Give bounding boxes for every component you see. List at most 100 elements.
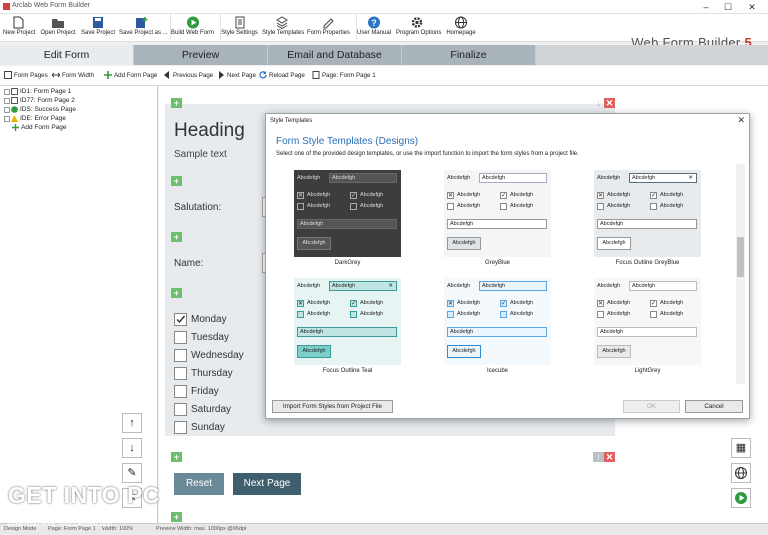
expand-icon[interactable]	[4, 88, 10, 95]
sample-button: Abcdefgh	[447, 345, 481, 358]
move-up-button[interactable]: ↑	[122, 413, 142, 433]
template-focus-outline-teal[interactable]: Abcdefgh Abcdefgh ✕ ✕ Abcdefgh ✓ Abcdefgh A…	[294, 278, 401, 365]
open-project-button[interactable]: Open Project	[40, 14, 76, 42]
edit-element-button[interactable]: ✎	[122, 463, 142, 483]
tree-item-form-page-2[interactable]: ID77: Form Page 2	[4, 97, 75, 104]
add-element-button[interactable]: +	[171, 512, 182, 522]
reload-page-button[interactable]: Reload Page	[259, 69, 305, 83]
add-element-button[interactable]: +	[171, 98, 182, 108]
checkbox-tuesday[interactable]	[174, 331, 187, 344]
program-options-button[interactable]: Program Options	[396, 14, 441, 42]
tree-item-add-form-page[interactable]: Add Form Page	[12, 124, 67, 131]
checkbox-sunday[interactable]	[174, 421, 187, 434]
checkbox-wednesday[interactable]	[174, 349, 187, 362]
move-down-button[interactable]: ↓	[122, 438, 142, 458]
form-pages-button[interactable]: Form Pages	[4, 69, 48, 83]
tree-item-error-page[interactable]: IDE: Error Page	[4, 115, 66, 122]
form-heading[interactable]: Heading	[174, 120, 245, 142]
style-templates-icon	[276, 16, 288, 29]
reset-button[interactable]: Reset	[174, 473, 224, 495]
form-sample-text[interactable]: Sample text	[174, 149, 227, 160]
minimize-button[interactable]: –	[696, 0, 716, 14]
success-check-icon	[11, 106, 18, 113]
new-project-button[interactable]: New Project	[3, 14, 35, 42]
dialog-close-button[interactable]: ✕	[737, 115, 745, 126]
window-title: Arclab Web Form Builder	[12, 2, 91, 9]
move-down-icon[interactable]: ↓	[593, 98, 604, 108]
template-focus-outline-greyblue[interactable]: Abcdefgh Abcdefgh ✕ ✕ Abcdefgh ✓ Abcdefgh A…	[594, 170, 701, 257]
checkbox-friday[interactable]	[174, 385, 187, 398]
add-element-button[interactable]: +	[171, 232, 182, 242]
salutation-label: Salutation:	[174, 202, 222, 213]
grid-view-button[interactable]: ▦	[731, 438, 751, 458]
previous-page-button[interactable]: Previous Page	[163, 69, 213, 83]
sample-input: Abcdefgh ✕	[629, 173, 697, 183]
import-form-styles-button[interactable]: Import Form Styles from Project File	[272, 400, 393, 413]
maximize-button[interactable]: ☐	[718, 0, 738, 14]
sample-dropdown: Abcdefgh	[597, 327, 697, 337]
page-selector[interactable]: Page: Form Page 1	[312, 69, 376, 83]
page-icon	[312, 71, 320, 80]
next-page-button[interactable]: Next Page	[217, 69, 256, 83]
tab-finalize[interactable]: Finalize	[402, 45, 536, 65]
add-element-button[interactable]: +	[171, 176, 182, 186]
form-properties-button[interactable]: Form Properties	[307, 14, 350, 42]
tree-item-form-page-1[interactable]: ID1: Form Page 1	[4, 88, 71, 95]
close-window-button[interactable]: ✕	[742, 0, 762, 14]
build-web-form-button[interactable]: Build Web Form	[170, 14, 214, 42]
add-element-button[interactable]: +	[171, 452, 182, 462]
cancel-button[interactable]: Cancel	[685, 400, 743, 413]
tree-item-success-page[interactable]: IDS: Success Page	[4, 106, 76, 113]
template-name: DarkGrey	[334, 260, 361, 266]
expand-icon[interactable]	[4, 106, 10, 113]
globe-icon	[455, 16, 467, 29]
ok-button[interactable]: OK	[623, 400, 680, 413]
gear-icon	[411, 17, 423, 28]
add-element-button[interactable]: +	[171, 288, 182, 298]
template-greyblue[interactable]: Abcdefgh Abcdefgh ✕ Abcdefgh ✓ Abcdefgh Ab…	[444, 170, 551, 257]
checkbox-empty	[650, 311, 657, 318]
arrow-right-icon	[219, 71, 224, 80]
add-form-page-button[interactable]: Add Form Page	[104, 69, 157, 83]
save-as-icon	[136, 17, 148, 28]
checkbox-label: Sunday	[191, 422, 225, 433]
homepage-button[interactable]: Homepage	[444, 14, 478, 42]
style-settings-button[interactable]: Style Settings	[220, 14, 258, 42]
run-button[interactable]	[731, 488, 751, 508]
delete-icon[interactable]: ✕	[604, 452, 615, 462]
sample-input: Abcdefgh	[329, 173, 397, 183]
move-up-icon[interactable]: ↑	[593, 452, 604, 462]
checkbox-monday[interactable]	[174, 313, 187, 326]
save-project-button[interactable]: Save Project	[81, 14, 115, 42]
checkbox-thursday[interactable]	[174, 367, 187, 380]
watermark-logo: GET INTO PC	[8, 482, 161, 508]
checkbox-empty	[447, 311, 454, 318]
checkbox-saturday[interactable]	[174, 403, 187, 416]
tab-preview[interactable]: Preview	[134, 45, 268, 65]
style-templates-button[interactable]: Style Templates	[262, 14, 304, 42]
web-preview-button[interactable]	[731, 463, 751, 483]
sample-dropdown: Abcdefgh	[447, 327, 547, 337]
delete-icon[interactable]: ✕	[604, 98, 615, 108]
expand-icon[interactable]	[4, 97, 10, 104]
save-project-as-button[interactable]: Save Project as ...	[119, 14, 168, 42]
scrollbar-thumb[interactable]	[737, 237, 744, 277]
dialog-scrollbar[interactable]	[736, 164, 745, 384]
next-page-form-button[interactable]: Next Page	[233, 473, 301, 495]
sample-button: Abcdefgh	[297, 345, 331, 358]
expand-icon[interactable]	[4, 115, 10, 122]
checkbox-check-icon: ✓	[350, 300, 357, 307]
checkbox-check-icon: ✓	[500, 192, 507, 199]
svg-text:?: ?	[371, 18, 377, 28]
checkbox-label: Thursday	[191, 368, 233, 379]
template-darkgrey[interactable]: Abcdefgh Abcdefgh ✕ Abcdefgh ✓ Abcdefgh Ab…	[294, 170, 401, 257]
template-lightgrey[interactable]: Abcdefgh Abcdefgh ✕ Abcdefgh ✓ Abcdefgh Ab…	[594, 278, 701, 365]
page-icon	[11, 88, 18, 95]
form-width-button[interactable]: Form Width	[52, 69, 94, 83]
user-manual-button[interactable]: ? User Manual	[356, 14, 391, 42]
status-bar: Design Mode Page: Form Page 1 Width: 100…	[0, 523, 768, 535]
tab-edit-form[interactable]: Edit Form	[0, 45, 134, 65]
tab-email-and-database[interactable]: Email and Database	[268, 45, 402, 65]
checkbox-check-icon: ✓	[650, 192, 657, 199]
template-icecube[interactable]: Abcdefgh Abcdefgh ✕ Abcdefgh ✓ Abcdefgh Ab…	[444, 278, 551, 365]
